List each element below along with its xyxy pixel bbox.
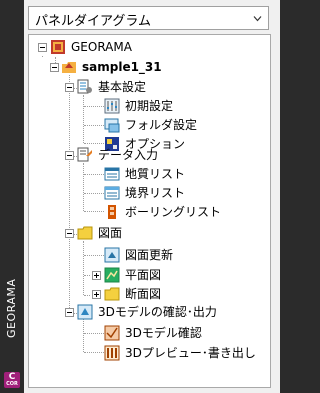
collapse-toggle[interactable] — [65, 151, 74, 160]
tree-node-3d-preview-export[interactable]: 3Dプレビュー･書き出し — [104, 344, 257, 362]
tree-node-initial-settings[interactable]: 初期設定 — [104, 97, 174, 115]
tree-panel: パネルダイアグラム GEORAMA sample1_31 基本設定 初期設定 フ… — [24, 0, 280, 393]
settings-list-icon — [77, 79, 92, 94]
boundary-list-icon — [104, 186, 120, 200]
expand-toggle[interactable] — [92, 290, 101, 299]
geology-list-icon — [104, 167, 120, 181]
tree-node-boundary-list[interactable]: 境界リスト — [104, 184, 186, 202]
tree-node-basic-settings[interactable]: 基本設定 — [77, 78, 147, 96]
project-folder-icon — [62, 62, 76, 73]
chevron-down-icon — [253, 16, 262, 22]
refresh-drawing-icon — [104, 247, 120, 263]
tree-node-georama[interactable]: GEORAMA — [50, 38, 133, 56]
tree-node-update-drawing[interactable]: 図面更新 — [104, 246, 174, 264]
tree-node-3d-model-check[interactable]: 3Dモデル確認 — [104, 324, 203, 342]
tree-node-boring-list[interactable]: ボーリングリスト — [104, 203, 222, 221]
collapse-toggle[interactable] — [38, 43, 47, 52]
tree-node-data-input[interactable]: データ入力 — [77, 146, 159, 164]
tree-node-3d-model-group[interactable]: 3Dモデルの確認･出力 — [77, 303, 218, 321]
boring-list-icon — [108, 205, 116, 219]
data-input-icon — [77, 147, 92, 162]
tree-node-folder-settings[interactable]: フォルダ設定 — [104, 116, 198, 134]
collapse-toggle[interactable] — [65, 308, 74, 317]
panel-select-dropdown[interactable]: パネルダイアグラム — [28, 6, 269, 30]
tree-node-project[interactable]: sample1_31 — [61, 58, 163, 76]
tree-node-section-view[interactable]: 断面図 — [104, 285, 162, 303]
collapse-toggle[interactable] — [65, 83, 74, 92]
side-tab-georama[interactable]: GEORAMA — [4, 258, 20, 358]
dropdown-value: パネルダイアグラム — [35, 14, 151, 29]
drawing-folder-icon — [77, 226, 93, 240]
3d-model-icon — [77, 304, 93, 320]
folder-settings-icon — [104, 118, 120, 133]
collapse-toggle[interactable] — [65, 229, 74, 238]
side-tab-bar: GEORAMA C COR — [0, 0, 24, 393]
section-folder-icon — [104, 287, 120, 301]
3d-check-icon — [104, 325, 120, 341]
tree-node-geology-list[interactable]: 地質リスト — [104, 165, 186, 183]
slider-settings-icon — [104, 98, 120, 114]
collapse-toggle[interactable] — [50, 63, 59, 72]
plan-view-icon — [104, 267, 120, 283]
navigation-tree[interactable]: GEORAMA sample1_31 基本設定 初期設定 フォルダ設定 オプショ… — [28, 34, 271, 388]
tree-node-drawing[interactable]: 図面 — [77, 224, 123, 242]
app-logo-icon[interactable]: C COR — [4, 372, 20, 388]
tree-node-plan-view[interactable]: 平面図 — [104, 266, 162, 284]
expand-toggle[interactable] — [92, 271, 101, 280]
3d-preview-icon — [104, 345, 120, 361]
georama-app-icon — [51, 40, 65, 54]
